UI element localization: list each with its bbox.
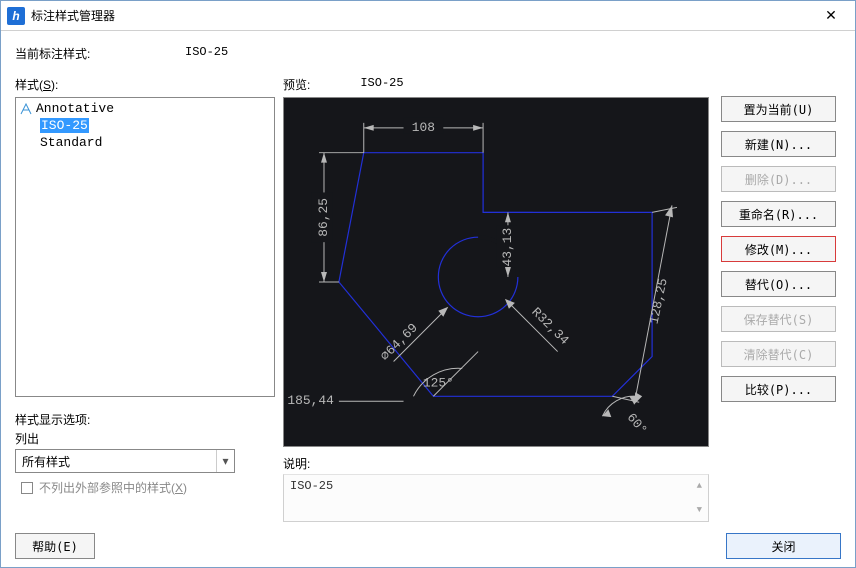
- checkbox-label: 不列出外部参照中的样式(X): [39, 479, 187, 496]
- svg-text:R32,34: R32,34: [528, 304, 572, 348]
- list-item-label: Annotative: [36, 101, 114, 116]
- display-options: 样式显示选项: 列出 所有样式 ▾ 不列出外部参照中的样式(X): [15, 411, 275, 496]
- dropdown-value: 所有样式: [16, 453, 216, 470]
- list-item[interactable]: ISO-25: [20, 117, 270, 134]
- override-button[interactable]: 替代(O)...: [721, 271, 836, 297]
- help-button-wrap: 帮助(E): [15, 533, 95, 559]
- svg-text:43,13: 43,13: [500, 228, 515, 267]
- styles-column: 样式(S): Annotative ISO-25: [15, 76, 275, 522]
- description-box: ISO-25 ▲ ▼: [283, 474, 709, 522]
- dialog-window: h 标注样式管理器 ✕ 当前标注样式: ISO-25 样式(S): Annota: [0, 0, 856, 568]
- content-area: 当前标注样式: ISO-25 样式(S): Annotative: [1, 31, 855, 567]
- description-section: 说明: ISO-25 ▲ ▼: [283, 455, 713, 522]
- list-item[interactable]: Standard: [20, 134, 270, 151]
- rename-button[interactable]: 重命名(R)...: [721, 201, 836, 227]
- set-current-button[interactable]: 置为当前(U): [721, 96, 836, 122]
- svg-text:86,25: 86,25: [316, 198, 331, 237]
- svg-text:125°: 125°: [423, 375, 454, 390]
- preview-canvas: 108 86,25 43,13: [283, 97, 709, 447]
- compare-button[interactable]: 比较(P)...: [721, 376, 836, 402]
- delete-button[interactable]: 删除(D)...: [721, 166, 836, 192]
- scroll-down-icon[interactable]: ▼: [697, 505, 702, 515]
- modify-button[interactable]: 修改(M)...: [721, 236, 836, 262]
- current-style-label: 当前标注样式:: [15, 45, 185, 62]
- preview-header: 预览: ISO-25: [283, 76, 713, 93]
- buttons-column: 置为当前(U) 新建(N)... 删除(D)... 重命名(R)... 修改(M…: [721, 76, 841, 522]
- close-button[interactable]: 关闭: [726, 533, 841, 559]
- main-row: 样式(S): Annotative ISO-25: [15, 76, 841, 522]
- list-item-label: Standard: [40, 135, 102, 150]
- app-icon: h: [7, 7, 25, 25]
- window-title: 标注样式管理器: [31, 7, 809, 24]
- list-item[interactable]: Annotative: [20, 100, 270, 117]
- styles-label: 样式(S):: [15, 76, 275, 93]
- current-style-value: ISO-25: [185, 45, 228, 62]
- list-item-label: ISO-25: [40, 118, 89, 133]
- preview-column: 预览: ISO-25: [283, 76, 713, 522]
- preview-label: 预览:: [283, 76, 310, 93]
- description-label: 说明:: [283, 455, 713, 472]
- description-value: ISO-25: [290, 479, 333, 493]
- svg-text:⌀64,69: ⌀64,69: [377, 320, 420, 363]
- scroll-up-icon[interactable]: ▲: [697, 481, 702, 491]
- description-scroll[interactable]: ▲ ▼: [697, 481, 702, 515]
- svg-text:128,25: 128,25: [646, 277, 670, 326]
- svg-text:108: 108: [412, 120, 435, 135]
- filter-dropdown[interactable]: 所有样式 ▾: [15, 449, 235, 473]
- preview-name: ISO-25: [360, 76, 403, 93]
- new-button[interactable]: 新建(N)...: [721, 131, 836, 157]
- display-options-heading: 样式显示选项:: [15, 411, 275, 428]
- styles-listbox[interactable]: Annotative ISO-25 Standard: [15, 97, 275, 397]
- close-icon[interactable]: ✕: [809, 2, 853, 30]
- current-style-row: 当前标注样式: ISO-25: [15, 45, 841, 62]
- chevron-down-icon: ▾: [216, 450, 234, 472]
- svg-text:60°: 60°: [624, 410, 650, 437]
- checkbox-icon: [21, 482, 33, 494]
- annotative-icon: [20, 103, 32, 115]
- svg-text:185,44: 185,44: [287, 393, 334, 408]
- list-label: 列出: [15, 430, 275, 447]
- help-button[interactable]: 帮助(E): [15, 533, 95, 559]
- xref-checkbox-row[interactable]: 不列出外部参照中的样式(X): [15, 479, 275, 496]
- clear-override-button[interactable]: 清除替代(C): [721, 341, 836, 367]
- titlebar: h 标注样式管理器 ✕: [1, 1, 855, 31]
- footer: 关闭: [726, 533, 841, 559]
- save-override-button[interactable]: 保存替代(S): [721, 306, 836, 332]
